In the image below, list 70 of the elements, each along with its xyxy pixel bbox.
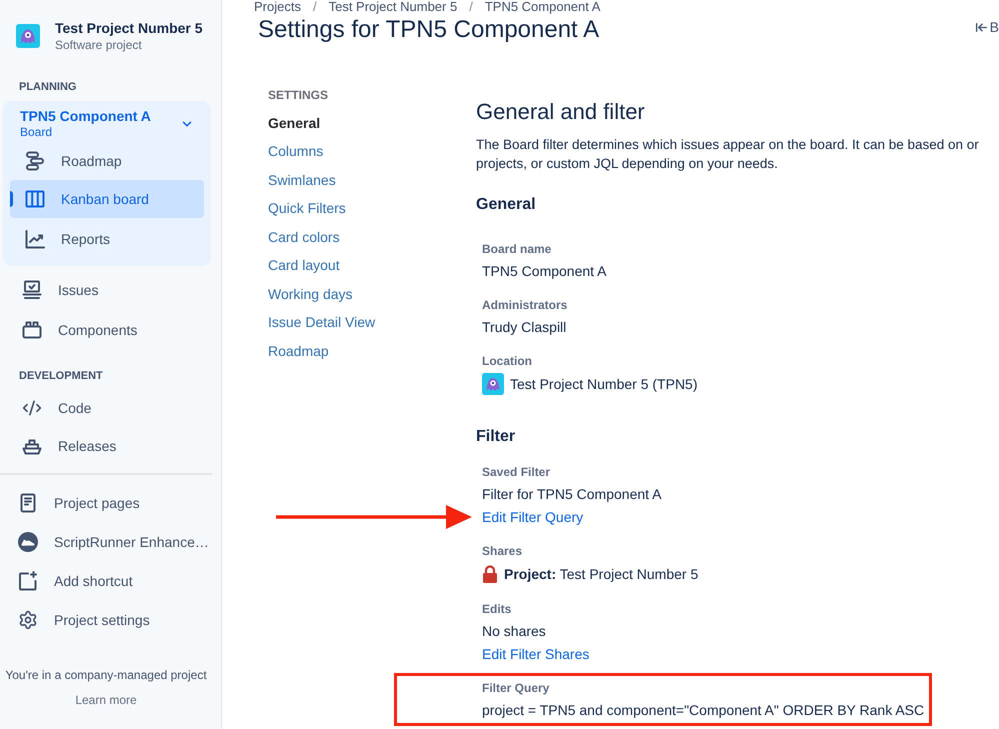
project-avatar-icon xyxy=(482,373,504,395)
sidebar-item[interactable]: Project settings xyxy=(7,600,214,639)
field-value: project = TPN5 and component="Component A" ORDER BY Rank ASC xyxy=(482,701,924,720)
settings-nav-link[interactable]: Issue Detail View xyxy=(268,308,376,337)
field-value: Trudy Claspill xyxy=(482,318,566,337)
sidebar-item[interactable]: ScriptRunner Enhance… xyxy=(7,522,214,561)
field-label: Edits xyxy=(482,601,512,617)
settings-nav-link[interactable]: Card colors xyxy=(268,223,340,252)
add-shortcut-icon xyxy=(18,570,38,590)
breadcrumb-link[interactable]: Projects xyxy=(254,0,301,14)
project-type: Software project xyxy=(55,37,143,53)
settings-nav-link[interactable]: Quick Filters xyxy=(268,194,346,223)
field-label: Administrators xyxy=(482,297,568,313)
project-avatar-icon xyxy=(16,24,40,48)
field-value: Filter for TPN5 Component A xyxy=(482,485,662,504)
field-label: Saved Filter xyxy=(482,464,550,480)
settings-nav-link[interactable]: General xyxy=(268,109,320,138)
settings-nav-link[interactable]: Swimlanes xyxy=(268,166,336,194)
field-value: TPN5 Component A xyxy=(482,262,607,281)
sidebar-item[interactable]: Reports xyxy=(10,220,204,258)
field-label: Board name xyxy=(482,241,552,257)
subsection-heading: General xyxy=(476,195,536,215)
subsection-heading: Filter xyxy=(476,427,516,447)
section-heading: PLANNING xyxy=(18,80,78,95)
description-text: The Board filter determines which issues appear on the board. It can be based on or projects, or custom JQL depending on your needs. xyxy=(476,136,979,173)
field-label: Filter Query xyxy=(482,680,550,696)
components-icon xyxy=(22,320,42,340)
field-value: Test Project Number 5 (TPN5) xyxy=(510,375,698,394)
sneaker-icon xyxy=(18,532,38,552)
board-switcher[interactable]: TPN5 Component A Board xyxy=(3,108,211,140)
section-title: General and filter xyxy=(476,98,645,126)
learn-more-link[interactable]: Learn more xyxy=(75,692,137,708)
field-value: No shares xyxy=(482,622,546,641)
field-value: Project: Test Project Number 5 xyxy=(504,565,698,584)
back-arrow-icon xyxy=(974,20,988,34)
settings-nav-link[interactable]: Columns xyxy=(268,138,324,166)
sidebar-item[interactable]: Add shortcut xyxy=(7,561,214,600)
settings-icon xyxy=(18,610,38,630)
field-label: Shares xyxy=(482,543,522,559)
breadcrumb-separator: / xyxy=(468,0,474,14)
project-type-note: You're in a company-managed project xyxy=(5,667,207,683)
sidebar-item[interactable]: Components xyxy=(7,311,214,349)
selection-bar-icon xyxy=(10,191,13,207)
field-label: Location xyxy=(482,353,532,369)
kanban-board-icon xyxy=(25,189,45,209)
code-icon xyxy=(22,398,42,418)
settings-nav-link[interactable]: Working days xyxy=(268,280,353,308)
sidebar-item[interactable]: Kanban board xyxy=(10,180,204,218)
breadcrumb-link[interactable]: TPN5 Component A xyxy=(484,0,600,14)
breadcrumb-link[interactable]: Test Project Number 5 xyxy=(328,0,458,14)
sidebar-item[interactable]: Issues xyxy=(7,271,214,309)
padlock-icon xyxy=(482,565,498,583)
settings-heading: SETTINGS xyxy=(268,87,330,103)
breadcrumb-separator: / xyxy=(312,0,318,14)
project-name: Test Project Number 5 xyxy=(55,19,203,37)
field-link[interactable]: Edit Filter Query xyxy=(482,507,584,527)
sidebar-item[interactable]: Project pages xyxy=(7,483,214,522)
field-link[interactable]: Edit Filter Shares xyxy=(482,644,590,664)
sidebar-item[interactable]: Code xyxy=(7,389,214,427)
section-heading: DEVELOPMENT xyxy=(18,369,104,384)
sidebar-item[interactable]: Roadmap xyxy=(10,142,204,180)
page-title: Settings for TPN5 Component A xyxy=(258,16,600,44)
monitor-check-icon xyxy=(22,280,42,300)
line-chart-icon xyxy=(25,229,45,249)
document-icon xyxy=(18,492,38,512)
settings-nav-link[interactable]: Card layout xyxy=(268,252,340,280)
settings-nav-link[interactable]: Roadmap xyxy=(268,337,329,366)
back-button[interactable]: B xyxy=(974,18,999,36)
roadmap-icon xyxy=(25,151,45,171)
sidebar-item[interactable]: Releases xyxy=(7,427,214,465)
